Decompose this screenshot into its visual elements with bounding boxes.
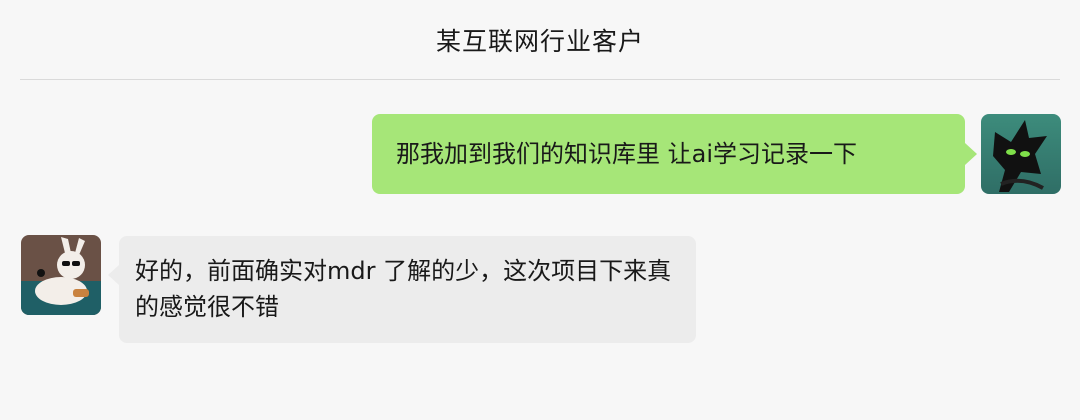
outgoing-message-text: 那我加到我们的知识库里 让ai学习记录一下 — [396, 140, 858, 168]
alien-character-avatar[interactable] — [981, 114, 1061, 194]
outgoing-message-bubble[interactable]: 那我加到我们的知识库里 让ai学习记录一下 — [372, 114, 977, 194]
incoming-message-text: 好的，前面确实对mdr 了解的少，这次项目下来真的感觉很不错 — [135, 257, 672, 321]
rabbit-sunglasses-avatar[interactable] — [21, 235, 101, 315]
incoming-message-bubble[interactable]: 好的，前面确实对mdr 了解的少，这次项目下来真的感觉很不错 — [108, 236, 696, 343]
chat-title: 某互联网行业客户 — [435, 26, 644, 56]
chat-header: 某互联网行业客户 — [20, 0, 1060, 80]
